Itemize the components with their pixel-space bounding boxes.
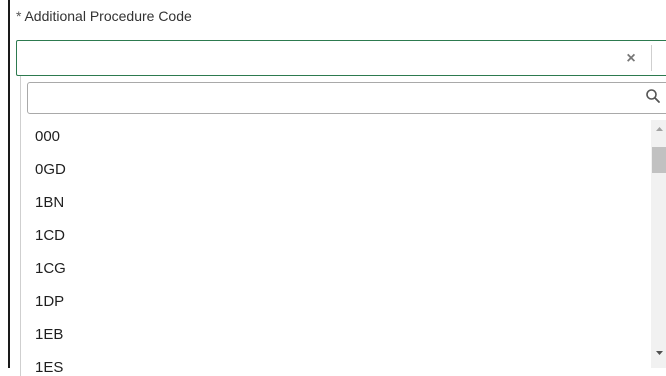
close-icon[interactable]: × — [623, 51, 639, 67]
window-frame-edge — [8, 0, 10, 368]
options-scrollbar[interactable] — [651, 120, 666, 368]
option-item[interactable]: 000 — [21, 120, 649, 153]
option-item[interactable]: 1DP — [21, 285, 649, 318]
options-list: 000 0GD 1BN 1CD 1CG 1DP 1EB 1ES — [21, 120, 649, 376]
option-item[interactable]: 1CG — [21, 252, 649, 285]
option-item[interactable]: 1EB — [21, 318, 649, 351]
option-item[interactable]: 1ES — [21, 351, 649, 376]
select-divider — [651, 45, 652, 71]
dropdown-panel: 000 0GD 1BN 1CD 1CG 1DP 1EB 1ES — [20, 76, 666, 376]
scroll-up-arrow-icon[interactable] — [651, 120, 666, 137]
option-item[interactable]: 1CD — [21, 219, 649, 252]
search-input[interactable] — [27, 82, 666, 114]
procedure-code-select[interactable]: × — [16, 40, 666, 76]
field-label-text: Additional Procedure Code — [24, 8, 192, 24]
scroll-down-arrow-icon[interactable] — [651, 345, 666, 362]
option-item[interactable]: 1BN — [21, 186, 649, 219]
field-label: * Additional Procedure Code — [16, 8, 192, 24]
search-icon — [645, 88, 661, 104]
scroll-thumb[interactable] — [652, 147, 666, 173]
option-item[interactable]: 0GD — [21, 153, 649, 186]
required-marker: * — [16, 8, 22, 24]
